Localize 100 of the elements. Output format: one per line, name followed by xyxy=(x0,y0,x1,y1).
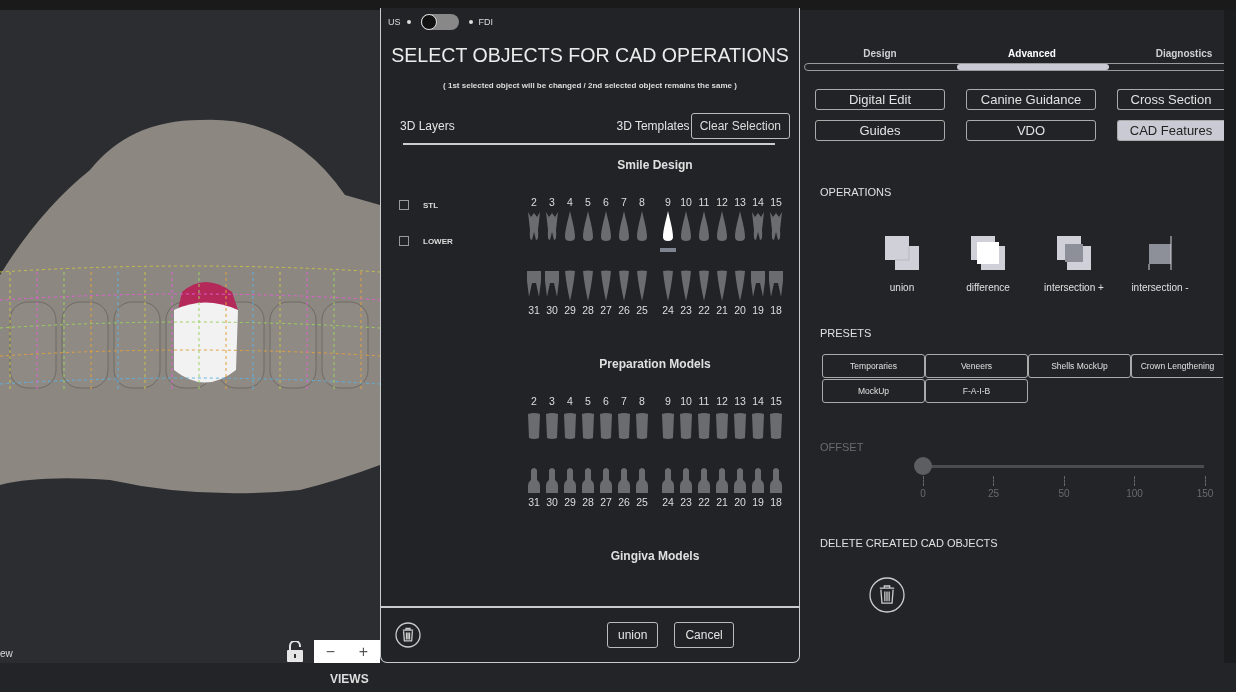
tick-mark xyxy=(1204,476,1206,486)
tooth-number: 18 xyxy=(769,304,783,316)
layer-label: STL xyxy=(423,200,439,210)
toggle-switch[interactable] xyxy=(420,14,459,30)
tick-mark xyxy=(1134,476,1135,486)
tooth-icon[interactable] xyxy=(660,210,676,242)
preset-button[interactable]: Veneers xyxy=(925,354,1028,378)
feature-button[interactable]: Cross Section xyxy=(1117,89,1224,110)
tab[interactable]: Advanced xyxy=(1008,48,1056,59)
difference-icon xyxy=(969,234,1007,272)
toggle-label: FDI xyxy=(478,17,493,27)
clear-selection-button[interactable]: Clear Selection xyxy=(690,113,790,139)
section-heading: OFFSET xyxy=(820,441,865,453)
tooth-number: 12 xyxy=(715,196,729,208)
tooth-number: 15 xyxy=(769,395,783,407)
operation-button[interactable]: union xyxy=(859,234,945,293)
tooth-number: 9 xyxy=(664,196,672,208)
section-heading: DELETE CREATED CAD OBJECTS xyxy=(820,537,999,549)
tooth-number: 7 xyxy=(620,395,628,407)
feature-button[interactable]: Guides xyxy=(815,120,945,141)
footer-button[interactable]: union xyxy=(607,622,659,648)
tooth-number: 29 xyxy=(563,304,577,316)
tooth-number: 21 xyxy=(715,496,729,508)
trash-icon xyxy=(869,577,905,613)
tooth-number: 28 xyxy=(581,304,595,316)
tooth-number: 27 xyxy=(599,496,613,508)
tooth-number: 14 xyxy=(751,395,765,407)
tab[interactable]: Diagnostics xyxy=(1155,48,1213,59)
preset-button[interactable]: Crown Lengthening xyxy=(1131,354,1223,378)
preset-button[interactable]: Temporaries xyxy=(822,354,925,378)
operation-button[interactable]: difference xyxy=(945,234,1031,293)
section-heading: OPERATIONS xyxy=(820,186,893,198)
tooth-number: 26 xyxy=(617,304,631,316)
tooth-number: 4 xyxy=(566,395,574,407)
trash-icon[interactable] xyxy=(395,622,421,648)
tooth-number: 5 xyxy=(584,395,592,407)
tooth-number: 11 xyxy=(697,196,711,208)
tooth-number: 9 xyxy=(664,395,672,407)
tooth-number: 5 xyxy=(584,196,592,208)
tick-label: 100 xyxy=(1126,488,1143,499)
tooth-number: 25 xyxy=(635,496,649,508)
tooth-number: 8 xyxy=(638,395,646,407)
preset-button[interactable]: Shells MockUp xyxy=(1028,354,1131,378)
footer-button[interactable]: Cancel xyxy=(674,622,734,648)
feature-button[interactable]: Canine Guidance xyxy=(966,89,1096,110)
tooth-number: 14 xyxy=(751,196,765,208)
preset-button[interactable]: F-A-I-B xyxy=(925,379,1028,403)
union-icon xyxy=(883,234,921,272)
tooth-number: 10 xyxy=(679,196,693,208)
tooth-number: 20 xyxy=(733,304,747,316)
section-heading: Smile Design xyxy=(616,158,694,174)
operation-button[interactable]: intersection - xyxy=(1117,234,1203,293)
tooth-number: 2 xyxy=(530,196,538,208)
section-heading: Gingiva Models xyxy=(609,549,701,565)
tooth-number: 28 xyxy=(581,496,595,508)
tooth-number: 10 xyxy=(679,395,693,407)
zoom-in-button[interactable]: + xyxy=(347,640,380,663)
delete-button[interactable] xyxy=(869,577,905,613)
tab[interactable]: 3D Templates xyxy=(616,119,690,133)
tick-label: 25 xyxy=(987,488,1000,499)
feature-button[interactable]: Digital Edit xyxy=(815,89,945,110)
tooth-number: 11 xyxy=(697,395,711,407)
intersection-icon xyxy=(1055,234,1093,272)
feature-button[interactable]: CAD Features xyxy=(1117,120,1224,141)
tooth-number: 30 xyxy=(545,304,559,316)
tooth-number: 22 xyxy=(697,496,711,508)
lock-icon[interactable] xyxy=(287,641,303,662)
tick-mark xyxy=(1063,476,1065,486)
zoom-out-button[interactable]: − xyxy=(314,640,347,663)
section-heading: PRESETS xyxy=(820,327,873,339)
tab[interactable]: Design xyxy=(863,48,897,59)
operation-button[interactable]: intersection + xyxy=(1031,234,1117,293)
tooth-number: 15 xyxy=(769,196,783,208)
tooth-number: 23 xyxy=(679,496,693,508)
tooth-number: 12 xyxy=(715,395,729,407)
checkbox[interactable] xyxy=(399,200,409,210)
tooth-number: 3 xyxy=(548,395,556,407)
preset-button[interactable]: MockUp xyxy=(822,379,925,403)
tooth-number: 26 xyxy=(617,496,631,508)
tooth-number: 24 xyxy=(661,496,675,508)
feature-button[interactable]: VDO xyxy=(966,120,1096,141)
views-label: VIEWS xyxy=(330,670,369,686)
tooth-number: 13 xyxy=(733,196,747,208)
tooth-number: 4 xyxy=(566,196,574,208)
tooth-number: 19 xyxy=(751,496,765,508)
section-heading: Preparation Models xyxy=(598,357,712,373)
tab[interactable]: 3D Layers xyxy=(400,119,455,133)
tooth-number: 24 xyxy=(661,304,675,316)
tooth-number: 13 xyxy=(733,395,747,407)
tooth-number: 23 xyxy=(679,304,693,316)
tick-mark xyxy=(922,476,924,486)
tooth-number: 18 xyxy=(769,496,783,508)
tooth-number: 20 xyxy=(733,496,747,508)
tooth-number: 19 xyxy=(751,304,765,316)
tooth-number: 25 xyxy=(635,304,649,316)
tooth-number: 21 xyxy=(715,304,729,316)
checkbox[interactable] xyxy=(399,236,409,246)
tooth-number: 30 xyxy=(545,496,559,508)
tooth-number: 31 xyxy=(527,496,541,508)
tooth-number: 22 xyxy=(697,304,711,316)
